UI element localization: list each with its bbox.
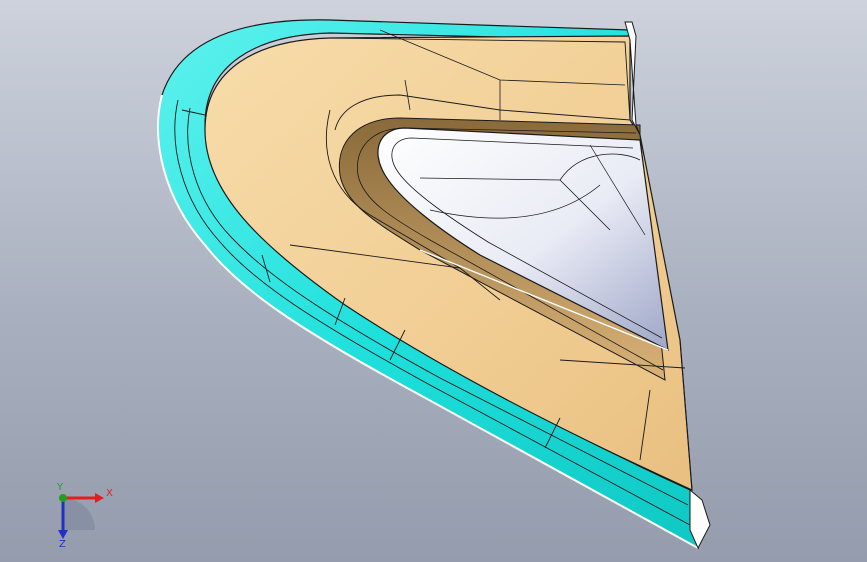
y-axis-dot xyxy=(59,494,67,502)
z-axis-label: Z xyxy=(59,539,66,548)
z-axis-arrowhead xyxy=(58,530,68,539)
y-axis-label: Y xyxy=(56,482,64,493)
graphics-viewport[interactable]: X Y Z xyxy=(0,0,867,562)
x-axis-arrowhead xyxy=(95,493,104,503)
triad-shadow-arc xyxy=(63,498,95,530)
3d-part-model[interactable] xyxy=(0,0,867,562)
x-axis-label: X xyxy=(106,488,113,499)
orientation-triad: X Y Z xyxy=(56,482,113,548)
